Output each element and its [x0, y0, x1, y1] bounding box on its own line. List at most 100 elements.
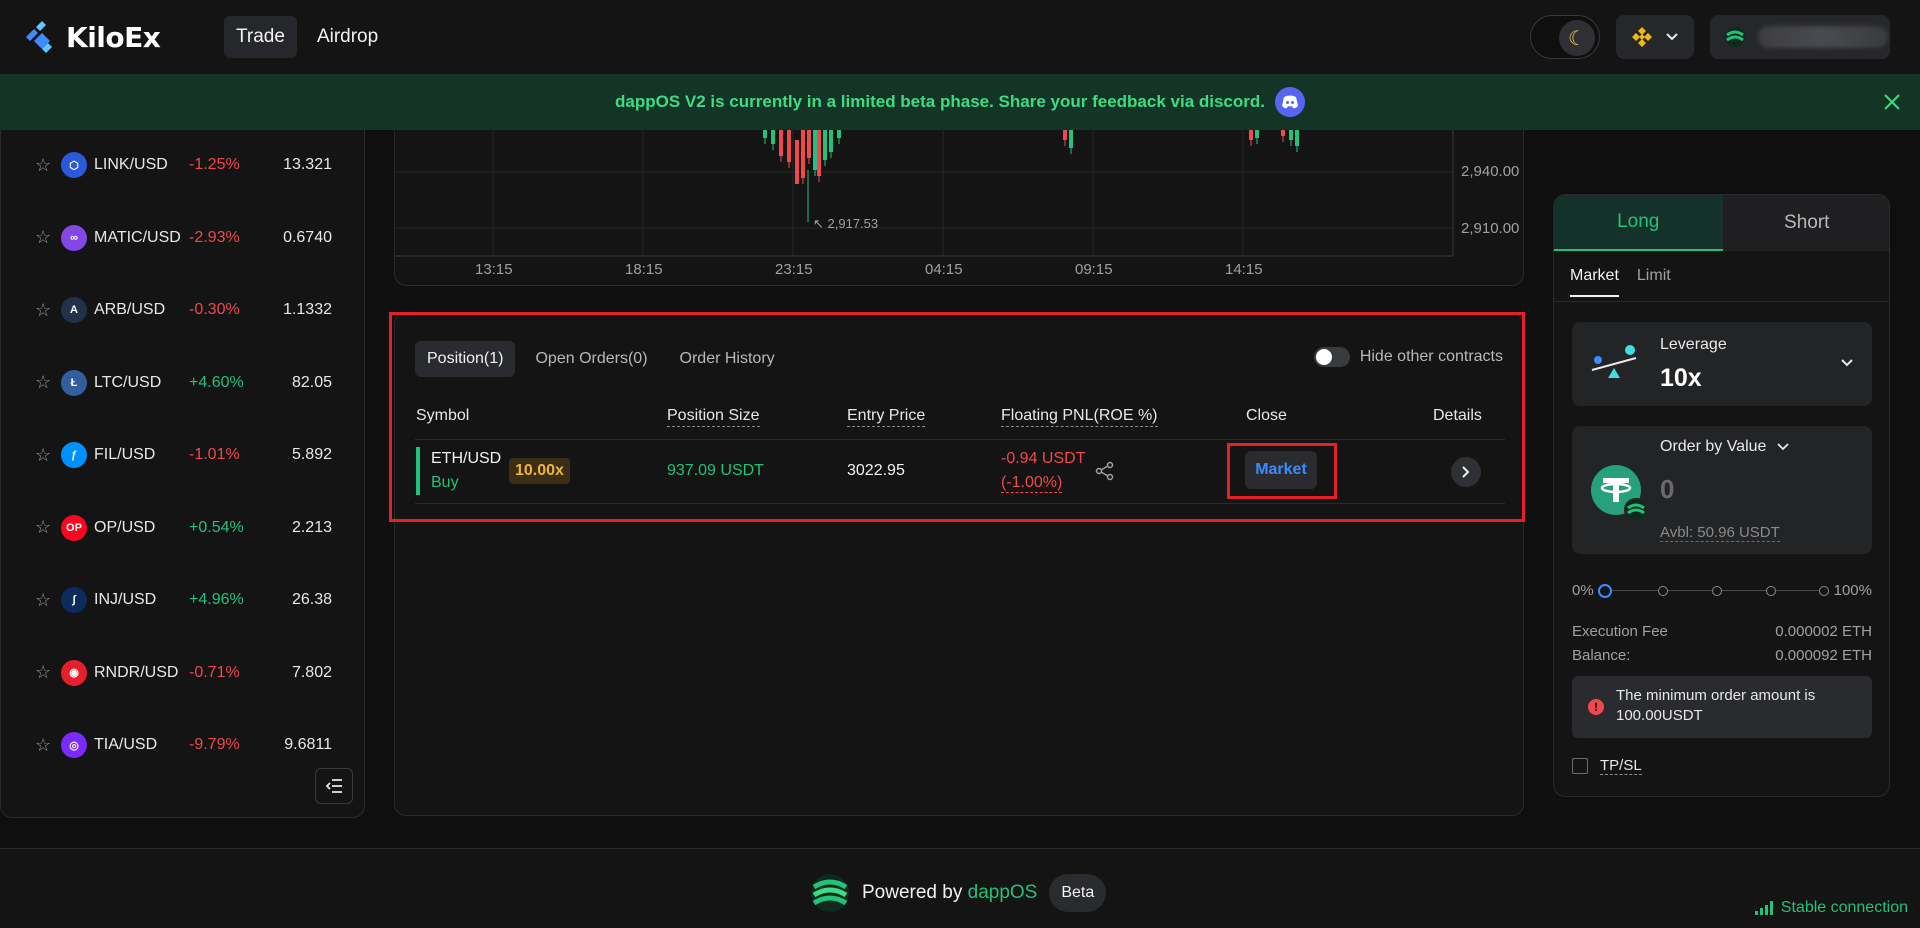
amount-slider[interactable]: 0% 100% — [1572, 581, 1872, 601]
connection-status-text: Stable connection — [1780, 899, 1908, 916]
star-icon[interactable]: ☆ — [35, 662, 51, 683]
tab-limit[interactable]: Limit — [1637, 267, 1671, 297]
brand-name: KiloEx — [66, 20, 161, 54]
slider-max-label: 100% — [1833, 582, 1872, 599]
market-row[interactable]: ☆ ◉ RNDR/USD -0.71% 7.802 — [1, 653, 366, 693]
discord-icon[interactable] — [1275, 87, 1305, 117]
y-tick-label: 2,910.00 — [1461, 220, 1520, 237]
leverage-selector[interactable]: Leverage 10x — [1572, 322, 1872, 406]
theme-toggle[interactable]: ☾ — [1530, 15, 1600, 59]
order-by-value-dropdown[interactable]: Order by Value — [1660, 438, 1789, 456]
slider-step[interactable] — [1819, 586, 1829, 596]
market-price: 26.38 — [291, 591, 332, 608]
market-price: 1.1332 — [283, 301, 332, 318]
candle — [771, 130, 775, 144]
market-row[interactable]: ☆ ƒ FIL/USD -1.01% 5.892 — [1, 435, 366, 475]
token-icon: ◉ — [61, 659, 87, 686]
banner-text: dappOS V2 is currently in a limited beta… — [615, 92, 1265, 111]
x-tick-label: 09:15 — [1075, 261, 1113, 278]
star-icon[interactable]: ☆ — [35, 155, 51, 176]
slider-min-label: 0% — [1572, 582, 1594, 599]
star-icon[interactable]: ☆ — [35, 735, 51, 756]
available-balance: Avbl: 50.96 USDT — [1660, 524, 1780, 542]
star-icon[interactable]: ☆ — [35, 372, 51, 393]
connection-status: Stable connection — [1754, 899, 1908, 917]
order-divider — [1554, 301, 1889, 302]
warning-text: The minimum order amount is 100.00USDT — [1616, 687, 1816, 724]
low-price-value: 2,917.53 — [827, 216, 879, 231]
chevron-down-icon — [1841, 359, 1853, 367]
slider-handle[interactable] — [1598, 584, 1612, 598]
candle — [1069, 130, 1073, 148]
dappos-link[interactable]: dappOS — [968, 882, 1038, 903]
moon-icon: ☾ — [1559, 20, 1595, 56]
token-icon: ⬡ — [61, 152, 87, 178]
collapse-icon — [325, 779, 342, 793]
tab-long[interactable]: Long — [1554, 195, 1723, 251]
order-value-card: Order by Value 0 Avbl: 50.96 USDT — [1572, 426, 1872, 554]
market-row[interactable]: ☆ Ł LTC/USD +4.60% 82.05 — [1, 363, 366, 403]
tpsl-option[interactable]: TP/SL — [1572, 757, 1642, 775]
chevron-down-icon — [1777, 443, 1789, 451]
chain-selector[interactable] — [1616, 15, 1694, 59]
tab-market[interactable]: Market — [1570, 267, 1619, 297]
market-row[interactable]: ☆ OP OP/USD +0.54% 2.213 — [1, 508, 366, 548]
market-symbol: RNDR/USD — [94, 663, 179, 681]
powered-by: Powered by dappOS Beta — [810, 873, 1107, 913]
x-tick-label: 18:15 — [625, 261, 663, 278]
slider-step[interactable] — [1658, 586, 1668, 596]
tpsl-label: TP/SL — [1600, 757, 1642, 775]
market-price: 9.6811 — [284, 736, 332, 753]
collapse-sidebar-button[interactable] — [315, 768, 353, 804]
nav-airdrop[interactable]: Airdrop — [305, 16, 390, 58]
wallet-button[interactable] — [1710, 15, 1890, 59]
market-price: 13.321 — [283, 156, 332, 173]
market-list: ☆ ⬡ LINK/USD -1.25% 13.321 ☆ ∞ MATIC/USD -2.93% 0… — [0, 130, 365, 818]
balance-value: 0.000092 ETH — [1775, 647, 1872, 664]
candle — [1281, 130, 1285, 136]
star-icon[interactable]: ☆ — [35, 227, 51, 248]
tpsl-checkbox[interactable] — [1572, 758, 1588, 774]
star-icon[interactable]: ☆ — [35, 590, 51, 611]
x-tick-label: 23:15 — [775, 261, 813, 278]
order-value-input[interactable]: 0 — [1660, 474, 1674, 505]
slider-step[interactable] — [1712, 586, 1722, 596]
token-icon: ∞ — [61, 224, 87, 251]
leverage-value: 10x — [1660, 364, 1702, 392]
star-icon[interactable]: ☆ — [35, 517, 51, 538]
top-header: KiloEx Trade Airdrop ☾ — [0, 0, 1920, 74]
footer: Powered by dappOS Beta Stable connection — [0, 848, 1920, 928]
execution-fee-label: Execution Fee — [1572, 623, 1668, 640]
market-row[interactable]: ☆ ⬡ LINK/USD -1.25% 13.321 — [1, 145, 366, 185]
slider-step[interactable] — [1766, 586, 1776, 596]
tab-short[interactable]: Short — [1722, 195, 1889, 251]
min-order-warning: ! The minimum order amount is 100.00USDT — [1572, 676, 1872, 738]
market-change: +0.54% — [189, 518, 244, 536]
star-icon[interactable]: ☆ — [35, 300, 51, 321]
leverage-title: Leverage — [1660, 336, 1727, 353]
candle — [823, 130, 827, 160]
candle — [817, 130, 821, 176]
order-by-label: Order by Value — [1660, 438, 1767, 455]
market-symbol: FIL/USD — [94, 446, 156, 463]
price-chart[interactable]: 13:15 18:15 23:15 04:15 09:15 14:15 2,94… — [394, 130, 1524, 286]
candle — [795, 140, 799, 184]
usdt-icon — [1591, 465, 1648, 522]
powered-by-text: Powered by dappOS — [862, 882, 1037, 904]
execution-fee-row: Execution Fee 0.000002 ETH — [1572, 623, 1872, 640]
market-row[interactable]: ☆ A ARB/USD -0.30% 1.1332 — [1, 290, 366, 330]
dappos-logo-icon — [811, 874, 849, 912]
candle — [1255, 130, 1259, 138]
market-row[interactable]: ☆ ◎ TIA/USD -9.79% 9.6811 — [1, 725, 366, 765]
market-symbol: LINK/USD — [94, 156, 168, 173]
positions-highlight — [389, 312, 1525, 522]
close-icon[interactable] — [1880, 90, 1904, 114]
kiloex-logo[interactable]: KiloEx — [22, 20, 161, 54]
token-icon: OP — [61, 514, 87, 541]
market-change: -0.71% — [189, 663, 240, 681]
market-row[interactable]: ☆ ∞ MATIC/USD -2.93% 0.6740 — [1, 218, 366, 258]
market-row[interactable]: ☆ ∫ INJ/USD +4.96% 26.38 — [1, 580, 366, 620]
star-icon[interactable]: ☆ — [35, 445, 51, 466]
market-change: -2.93% — [189, 228, 240, 246]
nav-trade[interactable]: Trade — [224, 16, 297, 58]
